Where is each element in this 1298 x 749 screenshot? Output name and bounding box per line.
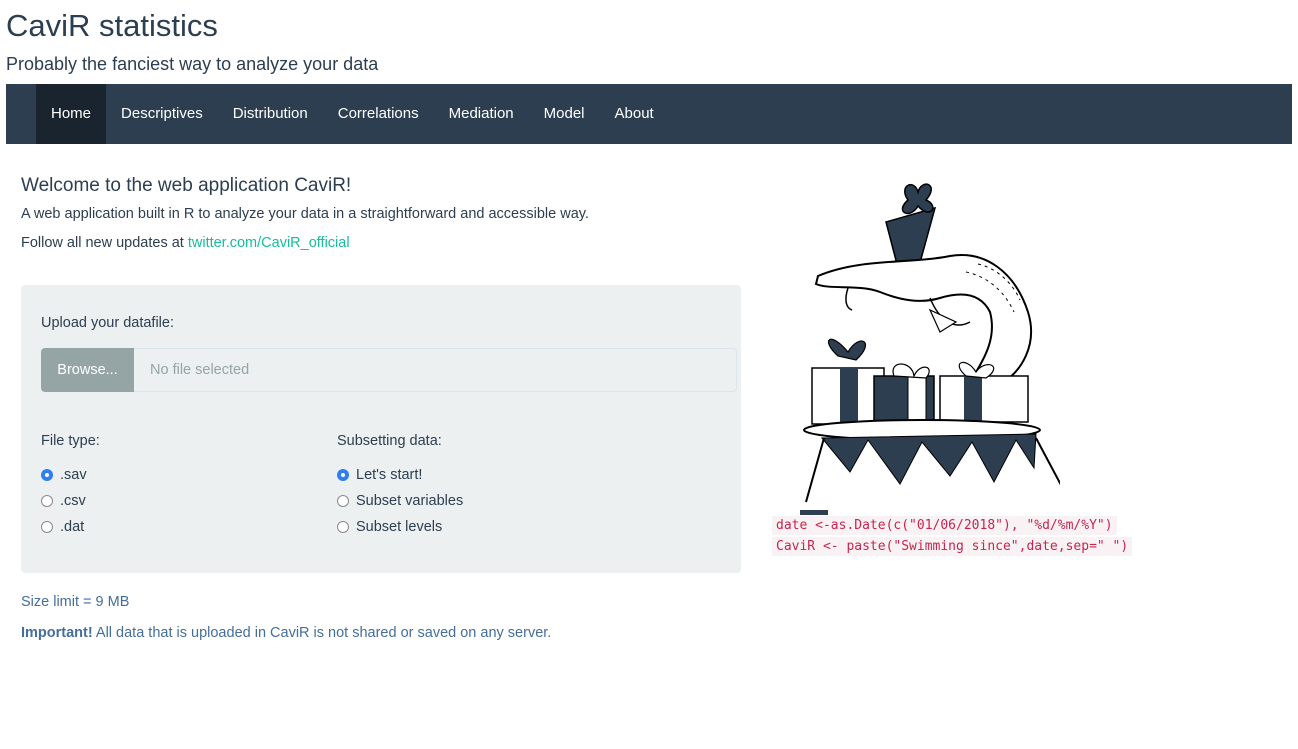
nav-list: Home Descriptives Distribution Correlati…	[6, 84, 1292, 144]
radio-csv[interactable]: .csv	[41, 493, 86, 509]
radio-lets-start[interactable]: Let's start!	[337, 467, 422, 483]
code-snippet: date <-as.Date(c("01/06/2018"), "%d/%m/%…	[772, 516, 1133, 558]
hat-bow	[901, 183, 934, 215]
upload-panel: Upload your datafile: Browse... File typ…	[21, 285, 741, 573]
present-right	[939, 375, 1029, 423]
radio-label: .dat	[60, 519, 85, 535]
radio-label: Subset variables	[356, 493, 464, 509]
radio-label: Subset levels	[356, 519, 443, 535]
present-middle-ribbon	[907, 375, 927, 425]
ground-mark	[800, 510, 828, 515]
file-type-label: File type:	[41, 433, 100, 449]
privacy-note: Important! All data that is uploaded in …	[21, 625, 551, 641]
radio-subset-variables[interactable]: Subset variables	[337, 493, 463, 509]
intro-text: A web application built in R to analyze …	[21, 206, 589, 222]
radio-label: Let's start!	[356, 467, 423, 483]
subsetting-label: Subsetting data:	[337, 433, 442, 449]
radio-unchecked-icon	[41, 495, 53, 507]
twitter-link[interactable]: twitter.com/CaviR_official	[188, 235, 350, 251]
present-left-bow	[827, 338, 867, 361]
app-subtitle: Probably the fanciest way to analyze you…	[6, 54, 379, 74]
nav-about[interactable]: About	[600, 84, 669, 144]
nav-descriptives[interactable]: Descriptives	[106, 84, 218, 144]
table-leg-left	[805, 437, 825, 503]
important-text: All data that is uploaded in CaviR is no…	[92, 625, 552, 641]
radio-unchecked-icon	[337, 521, 349, 533]
code-line-cavir: CaviR <- paste("Swimming since",date,sep…	[772, 537, 1133, 556]
radio-unchecked-icon	[337, 495, 349, 507]
present-middle-bow	[892, 363, 930, 379]
table-bunting	[820, 433, 1037, 485]
radio-sav[interactable]: .sav	[41, 467, 87, 483]
radio-label: .csv	[60, 493, 86, 509]
radio-checked-icon	[41, 469, 53, 481]
radio-checked-icon	[337, 469, 349, 481]
file-name-input[interactable]	[134, 348, 737, 392]
caviar-sturgeon-illustration	[800, 183, 1060, 515]
radio-subset-levels[interactable]: Subset levels	[337, 519, 442, 535]
important-label: Important!	[21, 625, 93, 641]
browse-button[interactable]: Browse...	[41, 348, 134, 392]
follow-prefix: Follow all new updates at	[21, 235, 188, 251]
nav-distribution[interactable]: Distribution	[218, 84, 323, 144]
navbar: Home Descriptives Distribution Correlati…	[6, 84, 1292, 144]
table-leg-right	[1035, 437, 1060, 486]
sturgeon-barbel	[845, 287, 853, 311]
nav-home[interactable]: Home	[36, 84, 107, 144]
radio-dat[interactable]: .dat	[41, 519, 84, 535]
nav-model[interactable]: Model	[529, 84, 600, 144]
follow-text: Follow all new updates at twitter.com/Ca…	[21, 233, 350, 253]
present-right-ribbon	[964, 376, 982, 422]
nav-mediation[interactable]: Mediation	[434, 84, 529, 144]
present-left-ribbon	[840, 368, 858, 424]
sturgeon-body	[814, 254, 1033, 388]
upload-label: Upload your datafile:	[41, 315, 174, 331]
code-line-date: date <-as.Date(c("01/06/2018"), "%d/%m/%…	[772, 516, 1117, 535]
welcome-title: Welcome to the web application CaviR!	[21, 175, 352, 196]
radio-label: .sav	[60, 467, 87, 483]
size-limit-note: Size limit = 9 MB	[21, 594, 130, 610]
app-title: CaviR statistics	[6, 8, 218, 43]
bow-tie	[928, 308, 958, 333]
radio-unchecked-icon	[41, 521, 53, 533]
nav-correlations[interactable]: Correlations	[323, 84, 434, 144]
